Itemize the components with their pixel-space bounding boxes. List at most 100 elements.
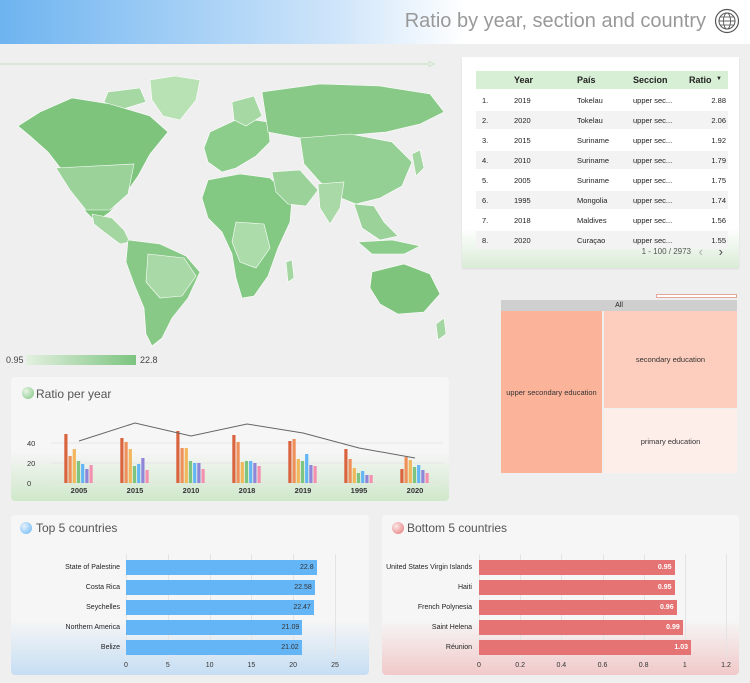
bar[interactable] (126, 620, 303, 635)
bar[interactable] (479, 580, 675, 595)
card-dot-icon (20, 522, 32, 534)
region-new-zealand (435, 317, 447, 341)
chevron-left-icon[interactable]: ‹ (699, 244, 703, 259)
col-country[interactable]: País (577, 75, 596, 85)
data-table[interactable]: Year País Seccion Ratio ▼ 1. 2019 Tokelau u… (462, 57, 739, 268)
bar (400, 469, 404, 483)
table-cell-section: upper sec... (633, 96, 673, 105)
region-southeast-asia (353, 203, 399, 241)
x-tick-label: 0.4 (556, 662, 567, 669)
bar[interactable] (126, 580, 315, 595)
table-cell-ratio: 1.92 (711, 136, 726, 145)
bar (348, 459, 352, 483)
category-label: Saint Helena (431, 624, 472, 631)
bar (369, 475, 373, 483)
bar (361, 471, 365, 483)
table-cell-year: 2020 (514, 236, 531, 245)
table-cell-country: Suriname (577, 176, 610, 185)
category-label: French Polynesia (417, 604, 472, 611)
x-tick-label: 20 (289, 662, 298, 669)
bar-value-label: 22.47 (293, 604, 311, 611)
treemap-root[interactable]: All (501, 300, 737, 311)
col-year[interactable]: Year (514, 75, 533, 85)
bar (176, 431, 180, 483)
bar-value-label: 0.96 (659, 604, 674, 611)
bar[interactable] (479, 640, 691, 655)
table-cell-section: upper sec... (633, 136, 673, 145)
category-label: Northern America (65, 624, 120, 631)
bar (305, 454, 309, 483)
bar (356, 473, 361, 483)
bar (425, 473, 429, 483)
bar (141, 458, 145, 483)
table-cell-country: Maldives (577, 216, 607, 225)
bar[interactable] (479, 620, 683, 635)
world-map[interactable] (0, 72, 450, 354)
x-tick-label: 2019 (295, 486, 312, 495)
region-asia (299, 133, 413, 205)
table-cell-year: 2019 (514, 96, 531, 105)
bar (249, 461, 253, 483)
bar-value-label: 0.95 (657, 564, 672, 571)
table-row[interactable]: 2. 2020 Tokelau upper sec... 2.06 (476, 111, 728, 129)
bar[interactable] (479, 560, 675, 575)
bar (184, 448, 188, 483)
card-title: Ratio per year (36, 387, 112, 401)
table-cell-n: 6. (482, 196, 489, 205)
bar[interactable] (126, 600, 314, 615)
treemap-node-secondary[interactable]: secondary education (604, 311, 737, 408)
bar (232, 435, 236, 483)
table-row[interactable]: 3. 2015 Suriname upper sec... 1.92 (476, 131, 728, 149)
table-header: Year País Seccion Ratio ▼ (476, 71, 728, 89)
table-cell-year: 1995 (514, 196, 531, 205)
x-tick-label: 1 (682, 662, 687, 669)
table-row[interactable]: 6. 1995 Mongolia upper sec... 1.74 (476, 191, 728, 209)
table-cell-section: upper sec... (633, 156, 673, 165)
bar (417, 465, 421, 483)
table-cell-n: 5. (482, 176, 489, 185)
table-cell-n: 3. (482, 136, 489, 145)
table-cell-n: 2. (482, 116, 489, 125)
table-cell-n: 7. (482, 216, 489, 225)
ratio-per-year-chart[interactable]: 0 20 40 2005 2015 2010 2018 2019 1995 2020 (11, 415, 449, 497)
treemap-node-primary[interactable]: primary education (604, 409, 737, 473)
bar (352, 468, 356, 483)
region-australia (369, 263, 441, 315)
y-tick-label: 0 (27, 479, 31, 488)
map-divider-arrow (0, 60, 436, 68)
col-ratio[interactable]: Ratio (689, 75, 712, 85)
bar (244, 461, 249, 483)
table-cell-country: Suriname (577, 156, 610, 165)
ratio-per-year-card: Ratio per year 0 20 40 2005 2015 2010 2018 2019… (11, 377, 449, 501)
treemap-depth-slider[interactable] (656, 294, 737, 298)
bar (81, 464, 85, 483)
x-tick-label: 0.2 (515, 662, 526, 669)
table-row[interactable]: 5. 2005 Suriname upper sec... 1.75 (476, 171, 728, 189)
bar (145, 470, 149, 483)
card-dot-icon (392, 522, 404, 534)
treemap-node-upper-secondary[interactable]: upper secondary education (501, 311, 602, 473)
bar[interactable] (479, 600, 677, 615)
bar (257, 466, 261, 483)
bar (89, 465, 93, 483)
table-cell-year: 2010 (514, 156, 531, 165)
bar (288, 441, 292, 483)
table-row[interactable]: 1. 2019 Tokelau upper sec... 2.88 (476, 91, 728, 109)
table-cell-section: upper sec... (633, 196, 673, 205)
x-tick-label: 15 (247, 662, 256, 669)
table-row[interactable]: 7. 2018 Maldives upper sec... 1.56 (476, 211, 728, 229)
bar (85, 469, 89, 483)
sort-desc-icon[interactable]: ▼ (716, 76, 722, 82)
x-tick-label: 2020 (407, 486, 424, 495)
bar[interactable] (126, 560, 317, 575)
chevron-right-icon[interactable]: › (719, 244, 723, 259)
table-cell-ratio: 1.75 (711, 176, 726, 185)
table-cell-section: upper sec... (633, 216, 673, 225)
category-label: Réunion (445, 644, 472, 651)
bar (404, 457, 408, 483)
card-title: Bottom 5 countries (407, 521, 508, 535)
table-row[interactable]: 4. 2010 Suriname upper sec... 1.79 (476, 151, 728, 169)
bar[interactable] (126, 640, 302, 655)
col-section[interactable]: Seccion (633, 75, 668, 85)
globe-icon[interactable] (714, 8, 740, 34)
